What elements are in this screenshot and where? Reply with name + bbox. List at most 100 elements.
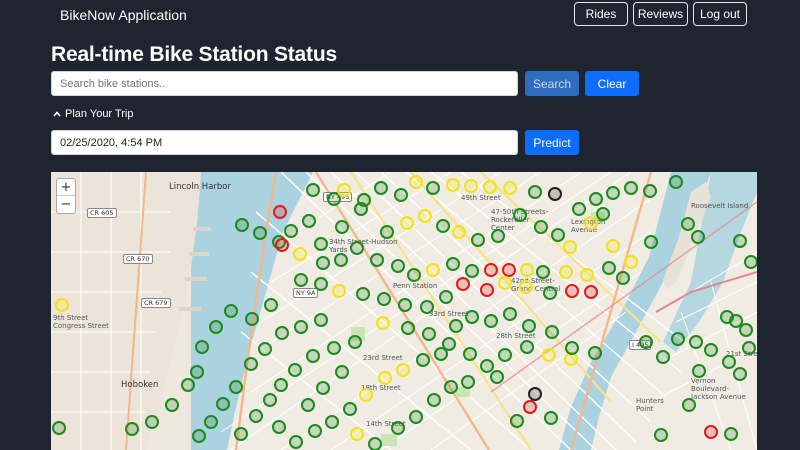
station-marker[interactable] xyxy=(733,367,747,381)
station-marker[interactable] xyxy=(563,240,577,254)
station-marker[interactable] xyxy=(691,230,705,244)
station-marker[interactable] xyxy=(471,233,485,247)
station-marker[interactable] xyxy=(439,290,453,304)
station-marker[interactable] xyxy=(491,229,505,243)
station-marker[interactable] xyxy=(332,284,346,298)
station-marker[interactable] xyxy=(536,265,550,279)
station-marker[interactable] xyxy=(306,183,320,197)
station-marker[interactable] xyxy=(510,414,524,428)
station-marker[interactable] xyxy=(484,263,498,277)
station-marker[interactable] xyxy=(288,363,302,377)
station-marker[interactable] xyxy=(396,363,410,377)
station-marker[interactable] xyxy=(258,342,272,356)
station-marker[interactable] xyxy=(548,187,562,201)
station-marker[interactable] xyxy=(528,185,542,199)
station-marker[interactable] xyxy=(335,365,349,379)
station-marker[interactable] xyxy=(739,323,753,337)
station-marker[interactable] xyxy=(606,186,620,200)
station-marker[interactable] xyxy=(503,181,517,195)
search-input[interactable] xyxy=(51,71,518,96)
station-marker[interactable] xyxy=(275,238,289,252)
station-marker[interactable] xyxy=(452,225,466,239)
station-marker[interactable] xyxy=(596,207,610,221)
predict-button[interactable]: Predict xyxy=(525,130,579,155)
station-marker[interactable] xyxy=(229,380,243,394)
station-marker[interactable] xyxy=(253,226,267,240)
station-marker[interactable] xyxy=(263,393,277,407)
station-marker[interactable] xyxy=(588,346,602,360)
station-marker[interactable] xyxy=(551,228,565,242)
station-marker[interactable] xyxy=(418,209,432,223)
station-marker[interactable] xyxy=(584,216,598,230)
station-marker[interactable] xyxy=(681,217,695,231)
station-marker[interactable] xyxy=(465,310,479,324)
station-marker[interactable] xyxy=(490,370,504,384)
station-marker[interactable] xyxy=(293,247,307,261)
station-marker[interactable] xyxy=(446,178,460,192)
station-marker[interactable] xyxy=(744,255,757,269)
station-marker[interactable] xyxy=(671,332,685,346)
station-marker[interactable] xyxy=(520,263,534,277)
station-marker[interactable] xyxy=(644,235,658,249)
station-marker[interactable] xyxy=(314,313,328,327)
station-marker[interactable] xyxy=(334,253,348,267)
clear-button[interactable]: Clear xyxy=(585,71,639,96)
station-marker[interactable] xyxy=(325,415,339,429)
station-marker[interactable] xyxy=(125,422,139,436)
station-marker[interactable] xyxy=(523,400,537,414)
station-marker[interactable] xyxy=(190,365,204,379)
station-marker[interactable] xyxy=(400,216,414,230)
station-marker[interactable] xyxy=(302,214,316,228)
search-button[interactable]: Search xyxy=(525,71,579,96)
station-marker[interactable] xyxy=(274,378,288,392)
station-marker[interactable] xyxy=(249,409,263,423)
station-marker[interactable] xyxy=(520,340,534,354)
station-marker[interactable] xyxy=(348,335,362,349)
station-marker[interactable] xyxy=(449,319,463,333)
station-marker[interactable] xyxy=(391,259,405,273)
station-marker[interactable] xyxy=(394,188,408,202)
station-marker[interactable] xyxy=(542,348,556,362)
station-marker[interactable] xyxy=(624,255,638,269)
station-marker[interactable] xyxy=(704,343,718,357)
station-marker[interactable] xyxy=(235,218,249,232)
station-marker[interactable] xyxy=(284,224,298,238)
station-marker[interactable] xyxy=(572,202,586,216)
station-marker[interactable] xyxy=(483,180,497,194)
station-marker[interactable] xyxy=(543,286,557,300)
station-marker[interactable] xyxy=(559,265,573,279)
station-marker[interactable] xyxy=(376,316,390,330)
station-marker[interactable] xyxy=(350,241,364,255)
station-marker[interactable] xyxy=(192,429,206,443)
station-marker[interactable] xyxy=(461,375,475,389)
station-marker[interactable] xyxy=(464,179,478,193)
station-marker[interactable] xyxy=(513,208,527,222)
station-marker[interactable] xyxy=(545,325,559,339)
station-marker[interactable] xyxy=(722,355,736,369)
station-marker[interactable] xyxy=(245,312,259,326)
station-marker[interactable] xyxy=(654,428,668,442)
station-marker[interactable] xyxy=(409,410,423,424)
station-marker[interactable] xyxy=(689,335,703,349)
station-marker[interactable] xyxy=(327,341,341,355)
station-marker[interactable] xyxy=(204,415,218,429)
station-marker[interactable] xyxy=(294,273,308,287)
station-marker[interactable] xyxy=(565,341,579,355)
station-marker[interactable] xyxy=(314,237,328,251)
station-marker[interactable] xyxy=(742,341,756,355)
station-marker[interactable] xyxy=(656,350,670,364)
station-marker[interactable] xyxy=(465,264,479,278)
station-marker[interactable] xyxy=(273,205,287,219)
station-marker[interactable] xyxy=(335,220,349,234)
station-marker[interactable] xyxy=(498,348,512,362)
station-marker[interactable] xyxy=(519,280,533,294)
station-marker[interactable] xyxy=(480,283,494,297)
station-marker[interactable] xyxy=(354,202,368,216)
station-marker[interactable] xyxy=(209,320,223,334)
station-marker[interactable] xyxy=(316,381,330,395)
plan-trip-toggle[interactable]: Plan Your Trip xyxy=(52,106,134,122)
station-marker[interactable] xyxy=(327,192,341,206)
station-marker[interactable] xyxy=(502,263,516,277)
station-marker[interactable] xyxy=(195,340,209,354)
reviews-button[interactable]: Reviews xyxy=(633,2,688,26)
